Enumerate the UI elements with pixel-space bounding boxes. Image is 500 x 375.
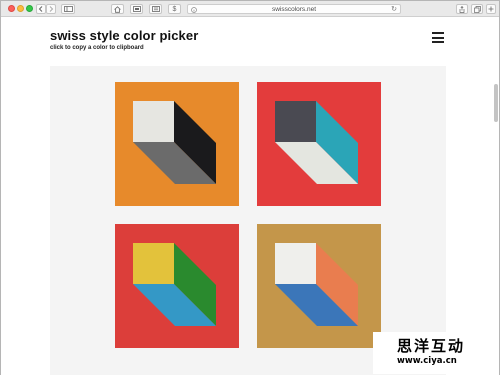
- page-subtitle: click to copy a color to clipboard: [50, 45, 144, 51]
- share-icon: [459, 5, 465, 13]
- red-teal-palette[interactable]: [257, 82, 381, 206]
- color-swatch-top[interactable]: [275, 243, 316, 284]
- ochre-palette[interactable]: [257, 224, 381, 348]
- home-button[interactable]: [111, 4, 124, 14]
- watermark-url: www.ciya.cn: [397, 356, 457, 366]
- back-icon: [38, 6, 43, 12]
- forward-button[interactable]: [46, 4, 56, 14]
- tabs-button[interactable]: [471, 4, 483, 14]
- page-title: swiss style color picker: [50, 28, 199, 43]
- sidebar-icon: [63, 6, 73, 12]
- watermark-chinese: 思洋互动: [397, 337, 466, 355]
- color-swatch-top[interactable]: [133, 101, 174, 142]
- browser-window: $ swisscolors.net ↻ swiss style color pi…: [0, 0, 500, 375]
- new-tab-icon: [488, 6, 494, 12]
- reload-icon[interactable]: ↻: [391, 5, 397, 14]
- sidebar-button[interactable]: [61, 4, 75, 14]
- screen-icon: [132, 6, 141, 12]
- watermark: 思洋互动 www.ciya.cn: [373, 332, 499, 374]
- browser-toolbar: $ swisscolors.net ↻: [1, 1, 499, 17]
- tabs-icon: [473, 5, 481, 13]
- reader-button[interactable]: [149, 4, 162, 14]
- hamburger-icon[interactable]: [432, 32, 444, 43]
- color-swatch-top[interactable]: [275, 101, 316, 142]
- scrollbar[interactable]: [494, 84, 498, 122]
- address-bar[interactable]: swisscolors.net ↻: [187, 4, 401, 14]
- palette-grid: [50, 66, 446, 375]
- orange-palette[interactable]: [115, 82, 239, 206]
- screen-button[interactable]: [130, 4, 143, 14]
- url-text: swisscolors.net: [271, 6, 317, 13]
- home-icon: [114, 5, 121, 13]
- minimize-window-button[interactable]: [17, 5, 24, 12]
- color-swatch-top[interactable]: [133, 243, 174, 284]
- dollar-icon: $: [172, 5, 177, 13]
- reader-icon: [151, 6, 160, 12]
- new-tab-button[interactable]: [486, 4, 496, 14]
- red-yellow-palette[interactable]: [115, 224, 239, 348]
- close-window-button[interactable]: [8, 5, 15, 12]
- share-button[interactable]: [456, 4, 468, 14]
- maximize-window-button[interactable]: [26, 5, 33, 12]
- page-content: swiss style color picker click to copy a…: [1, 18, 499, 375]
- back-button[interactable]: [36, 4, 46, 14]
- forward-icon: [49, 6, 54, 12]
- dollar-button[interactable]: $: [168, 4, 181, 14]
